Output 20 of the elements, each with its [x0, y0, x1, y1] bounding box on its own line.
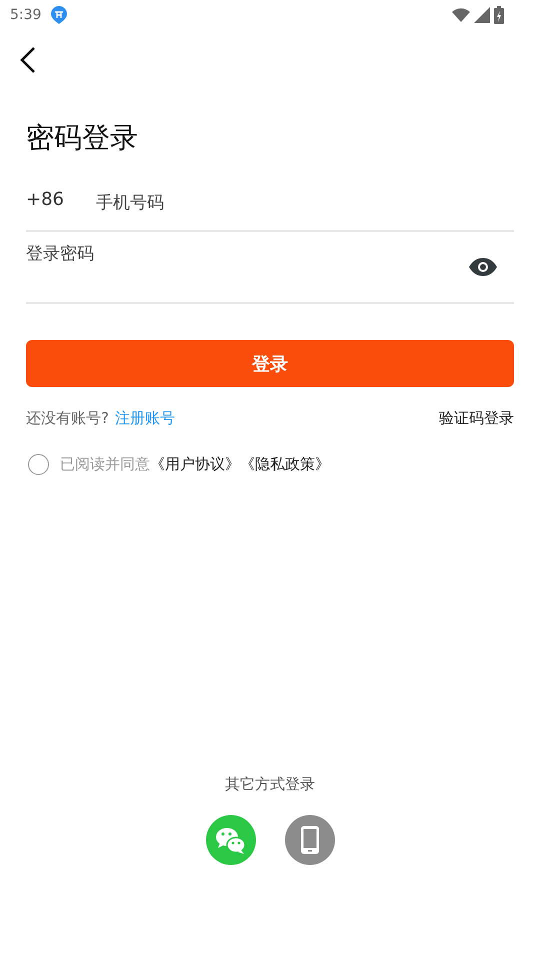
code-login-link[interactable]: 验证码登录: [439, 409, 514, 428]
password-input-field[interactable]: 登录密码: [26, 244, 469, 264]
agreement-checkbox[interactable]: [28, 454, 49, 475]
eye-icon[interactable]: [469, 258, 497, 276]
status-time: 5:39: [10, 7, 42, 23]
policy-link[interactable]: 《用户协议》: [150, 455, 240, 473]
other-methods-label: 其它方式登录: [225, 775, 315, 794]
page-title: 密码登录: [26, 120, 139, 156]
notification-pin-icon: [51, 6, 68, 24]
agreement-text: 已阅读并同意《用户协议》《隐私政策》: [60, 455, 330, 474]
mobile-phone-icon[interactable]: [284, 815, 334, 865]
wechat-login-icon[interactable]: [206, 815, 256, 865]
register-prompt: 还没有账号?: [26, 409, 109, 428]
phone-input-field[interactable]: 手机号码: [96, 193, 514, 213]
country-code[interactable]: +86: [26, 188, 96, 218]
wifi-icon: [452, 8, 470, 22]
back-icon[interactable]: [20, 47, 36, 73]
battery-charging-icon: [494, 6, 504, 24]
signal-icon: [474, 7, 490, 23]
policy-link[interactable]: 《隐私政策》: [240, 455, 330, 473]
